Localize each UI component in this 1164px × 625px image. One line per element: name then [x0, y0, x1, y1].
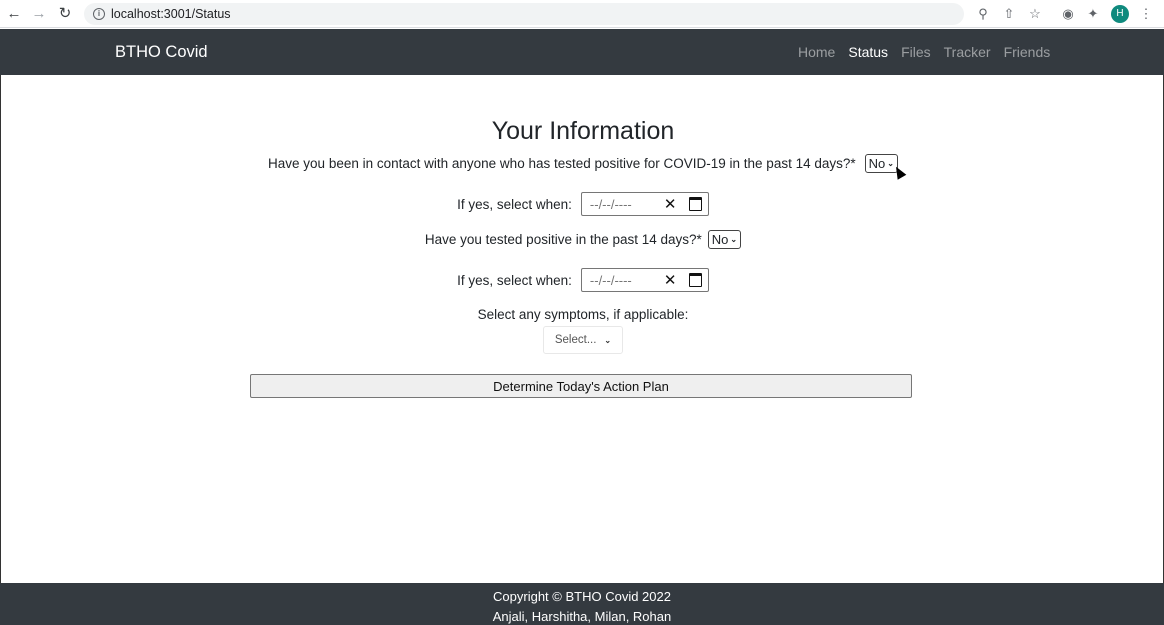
positive-question-label: Have you tested positive in the past 14 … — [424, 232, 702, 247]
symptoms-label-row: Select any symptoms, if applicable: — [1, 307, 1164, 322]
app-navbar: BTHO Covid Home Status Files Tracker Fri… — [0, 29, 1164, 75]
contact-date-row: If yes, select when: --/--/---- ✕ — [1, 192, 1164, 216]
symptoms-placeholder: Select... — [554, 334, 597, 346]
nav-tracker[interactable]: Tracker — [944, 44, 991, 60]
chevron-down-icon: ⌄ — [730, 235, 738, 244]
symptoms-label: Select any symptoms, if applicable: — [477, 307, 689, 322]
nav-home[interactable]: Home — [798, 44, 835, 60]
url-text: localhost:3001/Status — [111, 7, 231, 21]
brand-link[interactable]: BTHO Covid — [115, 42, 208, 62]
contact-date-label: If yes, select when: — [457, 196, 572, 212]
clear-icon[interactable]: ✕ — [664, 271, 677, 289]
contact-select-value: No — [868, 156, 886, 171]
nav-status[interactable]: Status — [848, 44, 888, 60]
positive-date-row: If yes, select when: --/--/---- ✕ — [1, 268, 1164, 292]
determine-action-plan-button[interactable]: Determine Today's Action Plan — [250, 374, 912, 398]
profile-avatar[interactable]: H — [1111, 5, 1129, 23]
extension-icon[interactable]: ◉ — [1058, 4, 1078, 24]
positive-select[interactable]: No ⌄ — [707, 230, 742, 249]
key-icon[interactable]: ⚲ — [973, 4, 993, 24]
footer-copyright: Copyright © BTHO Covid 2022 — [493, 589, 671, 604]
nav-files[interactable]: Files — [901, 44, 931, 60]
contact-date-input[interactable]: --/--/---- ✕ — [580, 192, 709, 216]
date-placeholder: --/--/---- — [589, 272, 632, 288]
footer-authors: Anjali, Harshitha, Milan, Rohan — [492, 609, 672, 624]
nav-links: Home Status Files Tracker Friends — [798, 44, 1063, 60]
forward-arrow-icon[interactable]: → — [29, 4, 49, 24]
site-info-icon[interactable]: i — [93, 8, 105, 20]
menu-kebab-icon[interactable]: ⋮ — [1136, 4, 1156, 24]
positive-date-input[interactable]: --/--/---- ✕ — [580, 268, 709, 292]
back-arrow-icon[interactable]: ← — [4, 4, 24, 24]
positive-select-value: No — [711, 232, 729, 247]
contact-question-label: Have you been in contact with anyone who… — [268, 156, 856, 171]
browser-toolbar: ← → ↻ i localhost:3001/Status ⚲ ⇧ ☆ ◉ ✦ … — [0, 0, 1164, 28]
chevron-down-icon: ⌄ — [604, 335, 612, 345]
page-title: Your Information — [491, 117, 675, 145]
bookmark-star-icon[interactable]: ☆ — [1025, 4, 1045, 24]
positive-question-row: Have you tested positive in the past 14 … — [1, 230, 1164, 249]
puzzle-icon[interactable]: ✦ — [1083, 4, 1103, 24]
symptoms-select-row: Select... ⌄ — [1, 326, 1164, 354]
share-icon[interactable]: ⇧ — [999, 4, 1019, 24]
calendar-icon[interactable] — [688, 197, 702, 211]
symptoms-multiselect[interactable]: Select... ⌄ — [543, 326, 623, 354]
contact-question-row: Have you been in contact with anyone who… — [1, 154, 1164, 173]
reload-icon[interactable]: ↻ — [55, 4, 75, 24]
nav-friends[interactable]: Friends — [1004, 44, 1051, 60]
footer: Copyright © BTHO Covid 2022 Anjali, Hars… — [0, 583, 1164, 625]
main-content: Your Information Have you been in contac… — [0, 75, 1164, 583]
calendar-icon[interactable] — [688, 273, 702, 287]
address-bar[interactable]: i localhost:3001/Status — [84, 3, 964, 25]
clear-icon[interactable]: ✕ — [664, 195, 677, 213]
date-placeholder: --/--/---- — [589, 196, 632, 212]
positive-date-label: If yes, select when: — [457, 272, 572, 288]
